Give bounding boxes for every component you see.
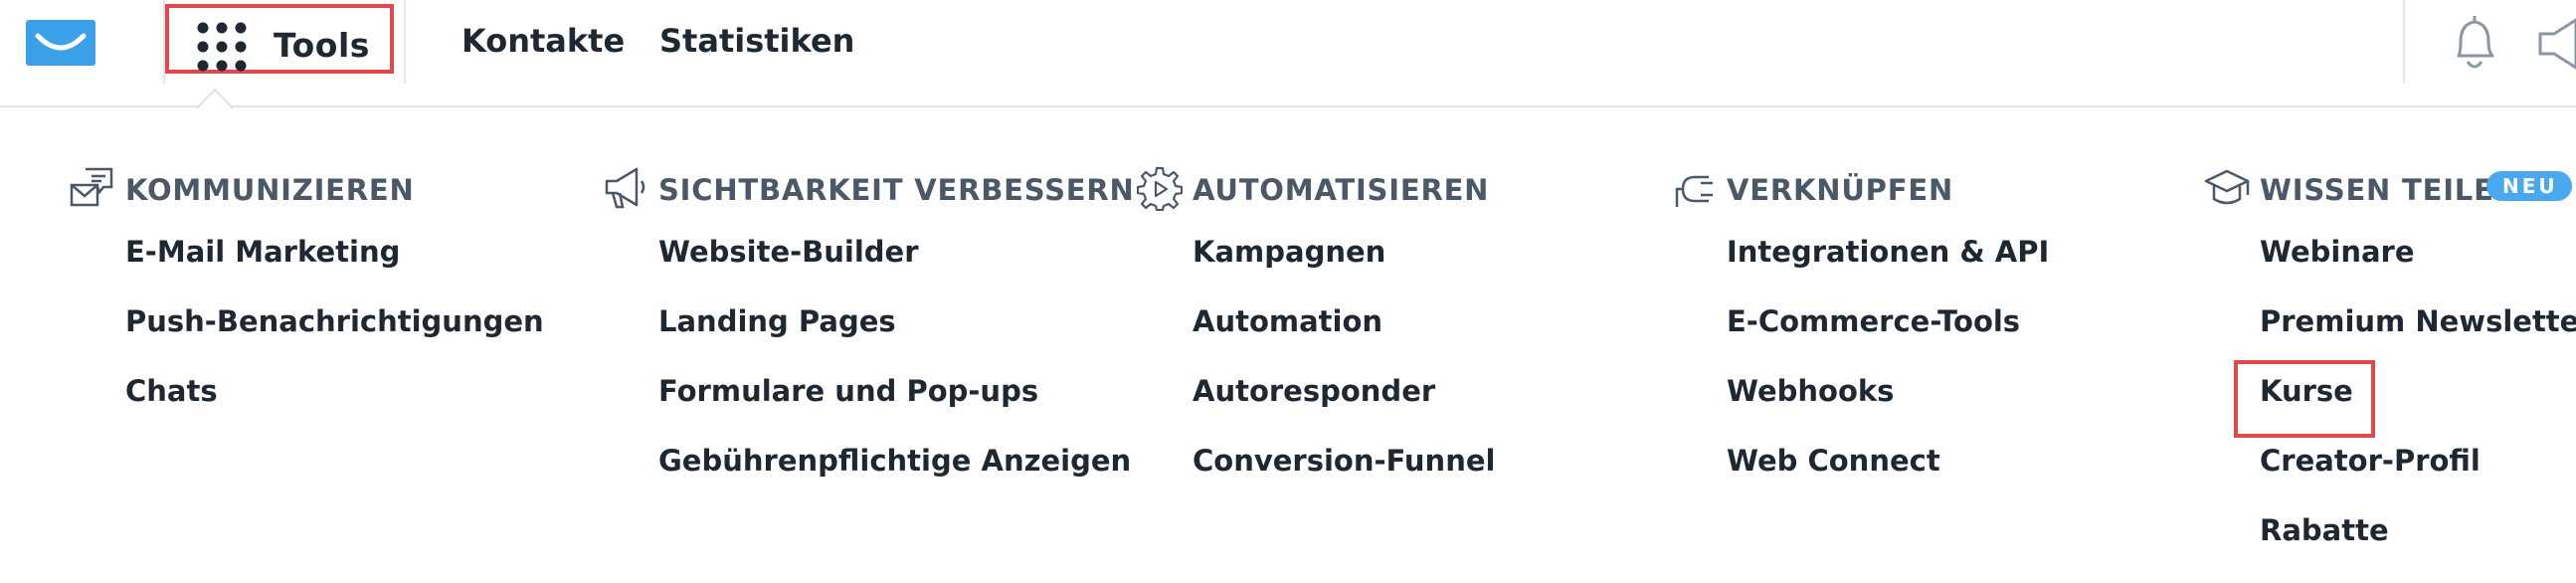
column-title: SICHTBARKEIT VERBESSERN [658, 173, 1135, 207]
menu-item-kampagnen[interactable]: Kampagnen [1193, 235, 1495, 304]
dropdown-caret [197, 88, 233, 109]
nav-link-statistiken[interactable]: Statistiken [659, 22, 854, 60]
new-badge: NEU [2486, 171, 2572, 201]
menu-item-landing-pages[interactable]: Landing Pages [658, 304, 1131, 374]
megaphone-icon[interactable] [2532, 12, 2576, 74]
divider [404, 0, 406, 84]
menu-item-conversion-funnel[interactable]: Conversion-Funnel [1193, 444, 1495, 513]
menu-item-list: Webinare Premium Newsletter Kurse Creato… [2260, 235, 2576, 583]
menu-item-chats[interactable]: Chats [125, 374, 544, 444]
menu-item-list: Kampagnen Automation Autoresponder Conve… [1193, 235, 1495, 513]
menu-item-webinare[interactable]: Webinare [2260, 235, 2576, 304]
grid-dots-icon [197, 22, 247, 72]
menu-item-autoresponder[interactable]: Autoresponder [1193, 374, 1495, 444]
column-title: WISSEN TEILEN [2260, 173, 2519, 207]
top-navigation-bar: Tools Kontakte Statistiken [0, 0, 2576, 107]
nav-link-kontakte[interactable]: Kontakte [461, 22, 625, 60]
menu-item-automation[interactable]: Automation [1193, 304, 1495, 374]
menu-item-list: Integrationen & API E-Commerce-Tools Web… [1727, 235, 2049, 513]
menu-item-web-connect[interactable]: Web Connect [1727, 444, 2049, 513]
menu-item-website-builder[interactable]: Website-Builder [658, 235, 1131, 304]
menu-item-list: Website-Builder Landing Pages Formulare … [658, 235, 1131, 513]
menu-item-anzeigen[interactable]: Gebührenpflichtige Anzeigen [658, 444, 1131, 513]
tools-label: Tools [274, 26, 370, 65]
bell-icon[interactable] [2447, 12, 2502, 74]
menu-item-webhooks[interactable]: Webhooks [1727, 374, 2049, 444]
column-title: AUTOMATISIEREN [1193, 173, 1490, 207]
menu-item-email-marketing[interactable]: E-Mail Marketing [125, 235, 544, 304]
chat-envelope-icon [70, 167, 113, 207]
column-title: KOMMUNIZIEREN [125, 173, 415, 207]
menu-item-formulare-popups[interactable]: Formulare und Pop-ups [658, 374, 1131, 444]
column-title: VERKNÜPFEN [1727, 173, 1954, 207]
menu-item-kurse[interactable]: Kurse [2260, 374, 2576, 444]
divider [2403, 0, 2405, 84]
menu-item-creator-profil[interactable]: Creator-Profil [2260, 444, 2576, 513]
graduation-cap-icon [2204, 169, 2250, 205]
menu-item-premium-newsletter[interactable]: Premium Newsletter [2260, 304, 2576, 374]
menu-item-list: E-Mail Marketing Push-Benachrichtigungen… [125, 235, 544, 444]
gear-play-icon [1137, 166, 1183, 211]
tools-menu-button[interactable]: Tools [165, 4, 394, 74]
menu-item-ecommerce-tools[interactable]: E-Commerce-Tools [1727, 304, 2049, 374]
plug-icon [1675, 175, 1713, 207]
menu-item-push-benachrichtigungen[interactable]: Push-Benachrichtigungen [125, 304, 544, 374]
envelope-logo-icon[interactable] [26, 20, 95, 66]
menu-item-integrationen-api[interactable]: Integrationen & API [1727, 235, 2049, 304]
megaphone-icon [605, 167, 645, 209]
menu-item-rabatte[interactable]: Rabatte [2260, 513, 2576, 583]
